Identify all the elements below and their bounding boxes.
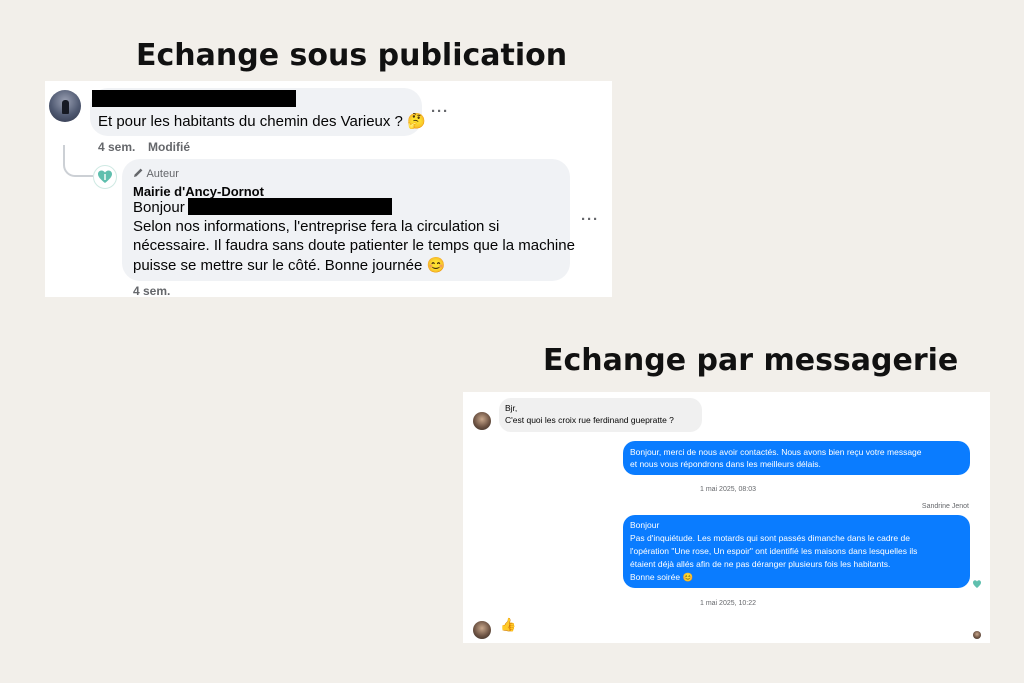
- reply-time[interactable]: 4 sem.: [133, 284, 170, 297]
- redacted-commenter-name: [92, 90, 296, 107]
- redacted-recipient-name: [188, 198, 392, 215]
- author-badge: Auteur: [133, 167, 179, 180]
- comment-time[interactable]: 4 sem.: [98, 140, 135, 154]
- messenger-panel: Bjr, C'est quoi les croix rue ferdinand …: [463, 392, 990, 643]
- author-badge-label: Auteur: [146, 168, 179, 180]
- contact-avatar[interactable]: [473, 621, 491, 639]
- reply-message-line: Bonne soirée 😊: [630, 572, 694, 582]
- comment-more-options-icon[interactable]: ···: [431, 103, 449, 120]
- heart-logo-icon: [98, 170, 112, 183]
- reply-text-line: Selon nos informations, l'entreprise fer…: [133, 218, 500, 235]
- reply-message-line: Pas d'inquiétude. Les motards qui sont p…: [630, 533, 910, 543]
- heading-publication: Echange sous publication: [136, 38, 568, 73]
- pencil-icon: [134, 168, 143, 177]
- reply-more-options-icon[interactable]: ···: [581, 211, 599, 228]
- reply-message-line: Bonjour: [630, 520, 660, 530]
- auto-reply-line: et nous vous répondrons dans les meilleu…: [630, 459, 821, 469]
- reply-text-line: nécessaire. Il faudra sans doute patient…: [133, 237, 575, 254]
- comment-text: Et pour les habitants du chemin des Vari…: [98, 113, 426, 130]
- incoming-message-line: C'est quoi les croix rue ferdinand guepr…: [505, 415, 674, 425]
- incoming-message-line: Bjr,: [505, 403, 518, 413]
- publication-comments-panel: Et pour les habitants du chemin des Vari…: [45, 81, 612, 297]
- reply-author-name[interactable]: Mairie d'Ancy-Dornot: [133, 184, 264, 199]
- reply-message-line: étaient déjà allés afin de ne pas dérang…: [630, 559, 891, 569]
- timestamp: 1 mai 2025, 10:22: [700, 600, 757, 607]
- mairie-avatar[interactable]: [93, 165, 117, 189]
- commenter-avatar[interactable]: [49, 90, 81, 122]
- timestamp: 1 mai 2025, 08:03: [700, 486, 757, 493]
- reply-greeting: Bonjour: [133, 199, 185, 216]
- comment-edited-label[interactable]: Modifié: [148, 140, 190, 154]
- reply-thread-connector: [63, 145, 93, 177]
- contact-avatar[interactable]: [473, 412, 491, 430]
- read-receipt-avatar: [973, 631, 981, 639]
- reply-message-line: l'opération "Une rose, Un espoir" ont id…: [630, 546, 918, 556]
- thumbs-up-icon[interactable]: 👍: [500, 618, 516, 632]
- heading-messagerie: Echange par messagerie: [543, 343, 959, 378]
- sender-name: Sandrine Jenot: [921, 503, 969, 510]
- auto-reply-line: Bonjour, merci de nous avoir contactés. …: [630, 447, 922, 457]
- seen-heart-icon: [973, 580, 981, 588]
- reply-text-line: puisse se mettre sur le côté. Bonne jour…: [133, 257, 446, 274]
